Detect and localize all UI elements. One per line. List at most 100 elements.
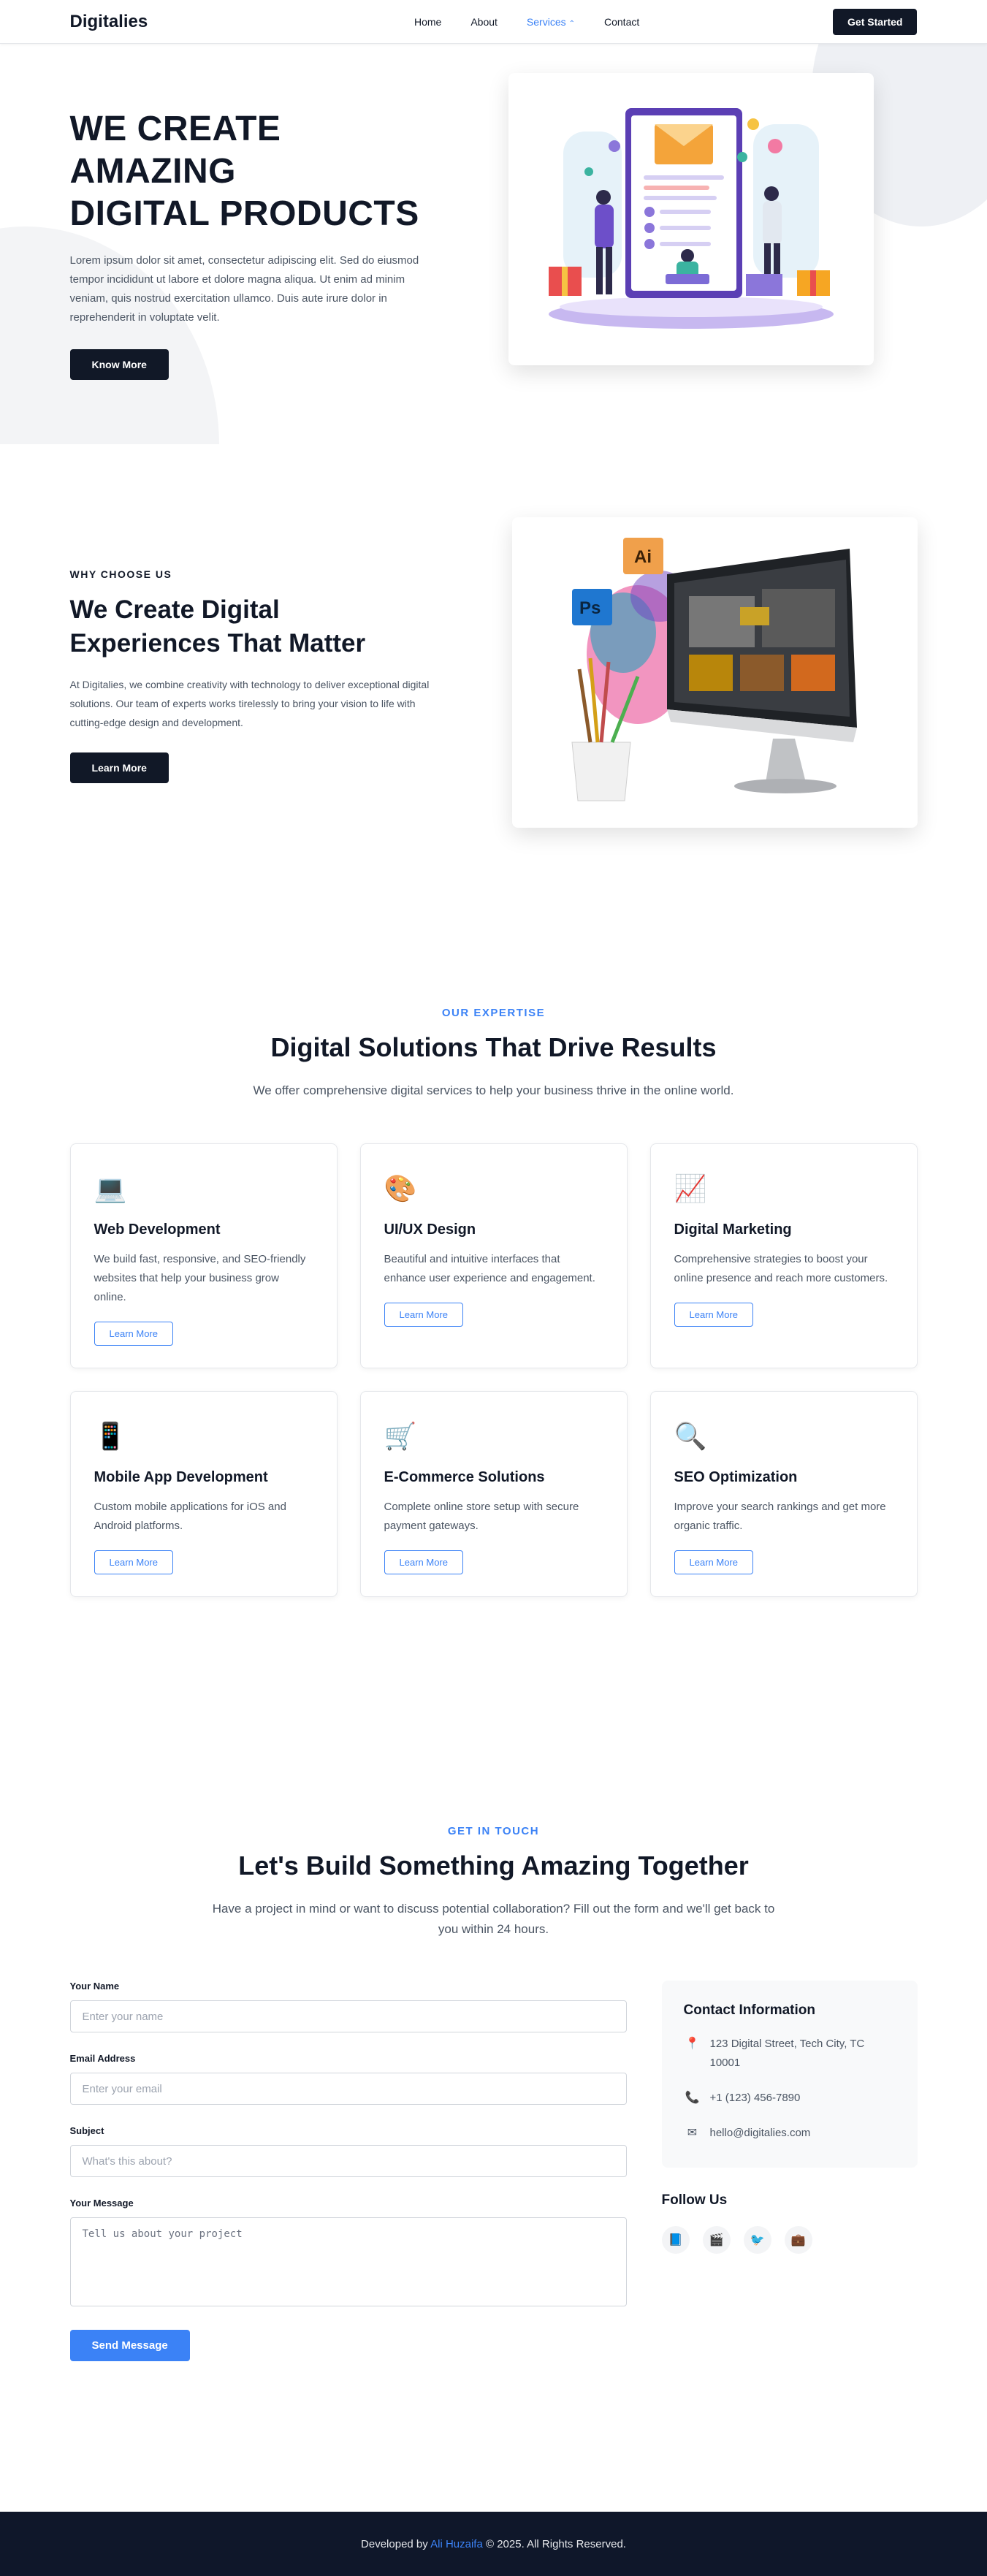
- svg-text:Ps: Ps: [579, 598, 601, 618]
- hero-section: WE CREATE AMAZING DIGITAL PRODUCTS Lorem…: [0, 44, 987, 444]
- services-grid: 💻 Web Development We build fast, respons…: [69, 1143, 918, 1597]
- phone-text[interactable]: +1 (123) 456-7890: [710, 2089, 801, 2108]
- subject-field-group: Subject What's this about?: [69, 2125, 627, 2177]
- service-title: Digital Marketing: [674, 1222, 792, 1238]
- learn-more-button[interactable]: Learn More: [69, 752, 169, 783]
- service-title: Web Development: [94, 1222, 221, 1238]
- email-label: Email Address: [69, 2053, 136, 2064]
- shopping-cart-icon: 🛒: [384, 1421, 417, 1451]
- contact-form: Your Name Enter your name Email Address …: [69, 1981, 627, 2361]
- facebook-book-icon[interactable]: 📘: [661, 2226, 690, 2254]
- services-section: OUR EXPERTISE Digital Solutions That Dri…: [0, 912, 987, 1781]
- contact-body: Your Name Enter your name Email Address …: [69, 1981, 918, 2361]
- why-eyebrow: WHY CHOOSE US: [69, 568, 172, 580]
- service-card-mobile-app-development: 📱 Mobile App Development Custom mobile a…: [69, 1391, 338, 1597]
- service-description: Custom mobile applications for iOS and A…: [94, 1501, 286, 1532]
- name-label: Your Name: [69, 1981, 120, 1992]
- name-field-group: Your Name Enter your name: [69, 1981, 627, 2032]
- why-illustration: Ai Ps: [511, 517, 918, 828]
- learn-more-button[interactable]: Learn More: [674, 1303, 753, 1327]
- nav-link-about[interactable]: About: [470, 16, 498, 28]
- hero-title-line: WE CREATE AMAZING: [69, 110, 281, 191]
- map-pin-icon: 📍: [685, 2038, 700, 2050]
- service-card-seo-optimization: 🔍 SEO Optimization Improve your search r…: [649, 1391, 918, 1597]
- why-title: We Create Digital Experiences That Matte…: [69, 595, 366, 658]
- contact-title: Let's Build Something Amazing Together: [238, 1851, 749, 1880]
- marketing-illustration-icon: [548, 108, 834, 329]
- hero-title: WE CREATE AMAZING DIGITAL PRODUCTS: [70, 108, 435, 235]
- subject-input[interactable]: What's this about?: [69, 2145, 627, 2177]
- service-title: UI/UX Design: [384, 1222, 476, 1238]
- footer-suffix: © 2025. All Rights Reserved.: [482, 2537, 626, 2550]
- services-title: Digital Solutions That Drive Results: [270, 1032, 717, 1062]
- learn-more-button[interactable]: Learn More: [674, 1550, 753, 1574]
- service-card-digital-marketing: 📈 Digital Marketing Comprehensive strate…: [649, 1143, 918, 1368]
- send-message-button[interactable]: Send Message: [69, 2330, 190, 2361]
- service-card-ui-ux-design: 🎨 UI/UX Design Beautiful and intuitive i…: [359, 1143, 628, 1368]
- contact-info-box: Contact Information 📍 123 Digital Street…: [661, 1981, 918, 2168]
- briefcase-icon[interactable]: 💼: [784, 2226, 812, 2254]
- mobile-phone-icon: 📱: [94, 1421, 127, 1451]
- service-description: Complete online store setup with secure …: [384, 1501, 579, 1532]
- logo[interactable]: Digitalies: [70, 12, 148, 32]
- contact-eyebrow: GET IN TOUCH: [447, 1825, 540, 1837]
- hero-description: Lorem ipsum dolor sit amet, consectetur …: [69, 254, 419, 324]
- bird-icon[interactable]: 🐦: [743, 2226, 771, 2254]
- footer: Developed by Ali Huzaifa © 2025. All Rig…: [0, 2512, 987, 2576]
- service-title: E-Commerce Solutions: [384, 1469, 545, 1485]
- service-title: Mobile App Development: [94, 1469, 268, 1485]
- footer-text: Developed by Ali Huzaifa © 2025. All Rig…: [361, 2538, 626, 2550]
- laptop-icon: 💻: [94, 1173, 127, 1203]
- nav-links: Home About Services ⌃ Contact: [414, 16, 639, 28]
- contact-sidebar: Contact Information 📍 123 Digital Street…: [661, 1981, 918, 2361]
- magnifying-glass-icon: 🔍: [674, 1421, 707, 1451]
- follow-us-title: Follow Us: [661, 2192, 728, 2208]
- contact-info-title: Contact Information: [683, 2003, 816, 2018]
- why-description: At Digitalies, we combine creativity wit…: [69, 679, 430, 728]
- hero-title-line: DIGITAL PRODUCTS: [69, 194, 419, 233]
- nav-link-services[interactable]: Services ⌃: [527, 16, 575, 28]
- services-subtitle: We offer comprehensive digital services …: [253, 1083, 734, 1097]
- subject-label: Subject: [69, 2125, 104, 2136]
- get-started-button[interactable]: Get Started: [833, 9, 918, 35]
- top-navbar: Digitalies Home About Services ⌃ Contact …: [0, 0, 987, 44]
- author-link[interactable]: Ali Huzaifa: [430, 2538, 483, 2550]
- contact-section: GET IN TOUCH Let's Build Something Amazi…: [0, 1781, 987, 2512]
- message-field-group: Your Message Tell us about your project: [69, 2198, 627, 2306]
- learn-more-button[interactable]: Learn More: [94, 1322, 173, 1346]
- know-more-button[interactable]: Know More: [69, 349, 169, 380]
- email-text[interactable]: hello@digitalies.com: [710, 2124, 811, 2143]
- chart-increasing-icon: 📈: [674, 1173, 707, 1203]
- svg-text:Ai: Ai: [634, 547, 652, 567]
- learn-more-button[interactable]: Learn More: [384, 1303, 463, 1327]
- chevron-up-icon: ⌃: [568, 20, 575, 28]
- hero-illustration: [508, 73, 874, 365]
- address-item: 📍 123 Digital Street, Tech City, TC 1000…: [684, 2035, 896, 2073]
- service-description: We build fast, responsive, and SEO-frien…: [94, 1253, 306, 1303]
- social-links: 📘 🎬 🐦 💼: [661, 2226, 918, 2254]
- email-item: ✉ hello@digitalies.com: [684, 2124, 896, 2143]
- phone-icon: 📞: [685, 2092, 700, 2104]
- why-text: WHY CHOOSE US We Create Digital Experien…: [69, 444, 435, 783]
- creative-monitor-illustration-icon: Ai Ps: [571, 537, 857, 801]
- address-text: 123 Digital Street, Tech City, TC 10001: [709, 2038, 865, 2069]
- email-field-group: Email Address Enter your email: [69, 2053, 627, 2105]
- learn-more-button[interactable]: Learn More: [384, 1550, 463, 1574]
- video-clapper-icon[interactable]: 🎬: [702, 2226, 731, 2254]
- nav-link-services-label: Services: [526, 16, 566, 28]
- hero-text: WE CREATE AMAZING DIGITAL PRODUCTS Lorem…: [69, 44, 435, 380]
- contact-subtitle: Have a project in mind or want to discus…: [212, 1902, 775, 1936]
- service-description: Improve your search rankings and get mor…: [674, 1501, 886, 1532]
- service-description: Beautiful and intuitive interfaces that …: [384, 1253, 595, 1284]
- email-input[interactable]: Enter your email: [69, 2073, 627, 2105]
- message-textarea[interactable]: Tell us about your project: [69, 2217, 627, 2306]
- envelope-icon: ✉: [687, 2127, 698, 2139]
- service-description: Comprehensive strategies to boost your o…: [674, 1253, 888, 1284]
- footer-prefix: Developed by: [361, 2537, 431, 2550]
- nav-link-home[interactable]: Home: [414, 16, 441, 28]
- learn-more-button[interactable]: Learn More: [94, 1550, 173, 1574]
- phone-item: 📞 +1 (123) 456-7890: [684, 2089, 896, 2108]
- name-input[interactable]: Enter your name: [69, 2000, 627, 2032]
- nav-link-contact[interactable]: Contact: [604, 16, 639, 28]
- service-card-e-commerce: 🛒 E-Commerce Solutions Complete online s…: [359, 1391, 628, 1597]
